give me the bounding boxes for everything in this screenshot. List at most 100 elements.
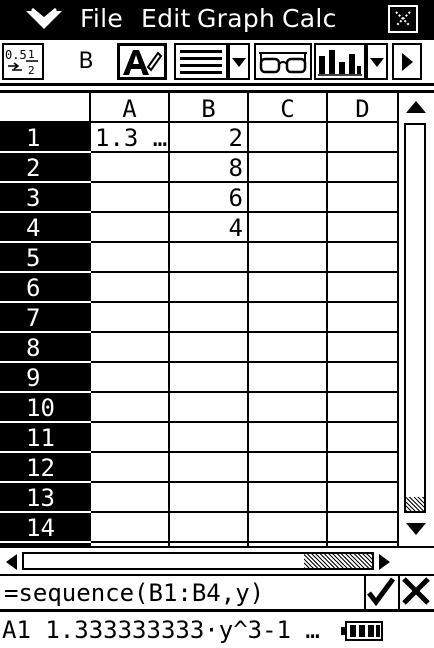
close-icon[interactable] [388, 5, 418, 33]
cell-d13[interactable] [328, 483, 397, 513]
row-header-11[interactable]: 11 [0, 423, 91, 453]
cell-c3[interactable] [249, 183, 328, 213]
cell-c1[interactable] [249, 123, 328, 153]
cell-b4[interactable]: 4 [170, 213, 249, 243]
cell-a2[interactable] [91, 153, 170, 183]
cell-c8[interactable] [249, 333, 328, 363]
align-dropdown-button[interactable] [228, 43, 250, 80]
scroll-right-icon[interactable] [378, 553, 392, 571]
cell-d12[interactable] [328, 453, 397, 483]
corner-header[interactable] [0, 93, 91, 123]
horizontal-scroll-thumb[interactable] [304, 554, 372, 568]
cell-d8[interactable] [328, 333, 397, 363]
toolbar-scroll-right-button[interactable] [392, 43, 422, 80]
cell-b10[interactable] [170, 393, 249, 423]
cell-a10[interactable] [91, 393, 170, 423]
cell-a4[interactable] [91, 213, 170, 243]
formula-input[interactable]: =sequence(B1:B4,y) [2, 578, 364, 608]
cell-a9[interactable] [91, 363, 170, 393]
cell-a14[interactable] [91, 513, 170, 543]
cell-d14[interactable] [328, 513, 397, 543]
row-header-14[interactable]: 14 [0, 513, 91, 543]
row-header-10[interactable]: 10 [0, 393, 91, 423]
menu-file[interactable]: File [80, 3, 123, 35]
horizontal-scrollbar[interactable] [0, 548, 434, 576]
vertical-scrollbar[interactable] [397, 93, 434, 546]
cell-c5[interactable] [249, 243, 328, 273]
row-header-1[interactable]: 1 [0, 123, 91, 153]
cell-c9[interactable] [249, 363, 328, 393]
row-header-8[interactable]: 8 [0, 333, 91, 363]
cell-d11[interactable] [328, 423, 397, 453]
text-format-button[interactable] [117, 43, 167, 80]
cell-d3[interactable] [328, 183, 397, 213]
cell-b12[interactable] [170, 453, 249, 483]
menu-chevron-icon[interactable] [22, 5, 66, 33]
cell-c14[interactable] [249, 513, 328, 543]
row-header-5[interactable]: 5 [0, 243, 91, 273]
horizontal-scroll-track[interactable] [22, 552, 374, 570]
cell-d2[interactable] [328, 153, 397, 183]
confirm-button[interactable] [364, 576, 398, 609]
row-header-3[interactable]: 3 [0, 183, 91, 213]
cell-d5[interactable] [328, 243, 397, 273]
cell-a5[interactable] [91, 243, 170, 273]
menu-calc[interactable]: Calc [282, 3, 337, 35]
cell-c11[interactable] [249, 423, 328, 453]
bold-button[interactable]: B [68, 43, 104, 80]
column-header-c[interactable]: C [249, 93, 328, 123]
cell-c10[interactable] [249, 393, 328, 423]
cell-c4[interactable] [249, 213, 328, 243]
vertical-scroll-track[interactable] [404, 123, 426, 513]
cell-d6[interactable] [328, 273, 397, 303]
menu-graph[interactable]: Graph [197, 3, 275, 35]
scroll-up-icon[interactable] [405, 99, 427, 115]
cell-b1[interactable]: 2 [170, 123, 249, 153]
cell-b8[interactable] [170, 333, 249, 363]
cell-b9[interactable] [170, 363, 249, 393]
cell-a3[interactable] [91, 183, 170, 213]
row-header-9[interactable]: 9 [0, 363, 91, 393]
cancel-button[interactable] [398, 576, 434, 609]
cell-c7[interactable] [249, 303, 328, 333]
cell-a13[interactable] [91, 483, 170, 513]
row-header-4[interactable]: 4 [0, 213, 91, 243]
vertical-scroll-thumb[interactable] [406, 497, 424, 511]
menu-edit[interactable]: Edit [141, 3, 191, 35]
cell-a1[interactable]: 1.3 … [91, 123, 170, 153]
scroll-left-icon[interactable] [4, 553, 18, 571]
fraction-decimal-button[interactable]: 0.5 1 2 [2, 43, 44, 80]
cell-d9[interactable] [328, 363, 397, 393]
cell-d7[interactable] [328, 303, 397, 333]
row-header-2[interactable]: 2 [0, 153, 91, 183]
row-header-7[interactable]: 7 [0, 303, 91, 333]
cell-d4[interactable] [328, 213, 397, 243]
cell-b5[interactable] [170, 243, 249, 273]
cell-a6[interactable] [91, 273, 170, 303]
cell-d10[interactable] [328, 393, 397, 423]
row-header-6[interactable]: 6 [0, 273, 91, 303]
cell-a7[interactable] [91, 303, 170, 333]
cell-a8[interactable] [91, 333, 170, 363]
cell-b11[interactable] [170, 423, 249, 453]
cell-a12[interactable] [91, 453, 170, 483]
cell-c12[interactable] [249, 453, 328, 483]
cell-b13[interactable] [170, 483, 249, 513]
column-header-a[interactable]: A [91, 93, 170, 123]
cell-c13[interactable] [249, 483, 328, 513]
cell-b7[interactable] [170, 303, 249, 333]
chart-dropdown-button[interactable] [366, 43, 388, 80]
cell-d1[interactable] [328, 123, 397, 153]
row-header-13[interactable]: 13 [0, 483, 91, 513]
view-button[interactable] [254, 43, 312, 80]
column-header-d[interactable]: D [328, 93, 397, 123]
cell-c2[interactable] [249, 153, 328, 183]
cell-b6[interactable] [170, 273, 249, 303]
cell-b3[interactable]: 6 [170, 183, 249, 213]
align-button[interactable] [174, 43, 228, 80]
cell-c6[interactable] [249, 273, 328, 303]
row-header-12[interactable]: 12 [0, 453, 91, 483]
column-header-b[interactable]: B [170, 93, 249, 123]
scroll-down-icon[interactable] [405, 521, 427, 537]
cell-a11[interactable] [91, 423, 170, 453]
